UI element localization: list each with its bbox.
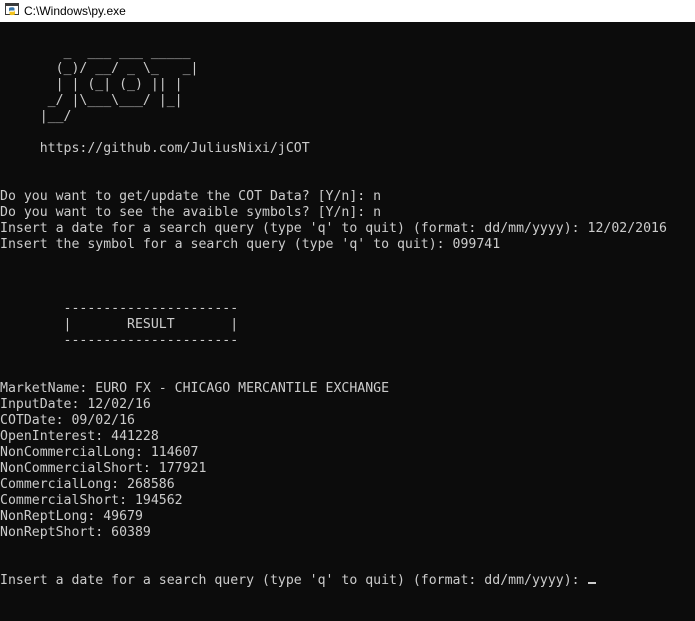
console-line: _/ |\___\___/ |_| bbox=[0, 93, 183, 108]
console-line: OpenInterest: 441228 bbox=[0, 429, 159, 444]
console-line: COTDate: 09/02/16 bbox=[0, 413, 135, 428]
console-line: | RESULT | bbox=[0, 317, 239, 332]
console-line: NonReptLong: 49679 bbox=[0, 509, 143, 524]
console-line: ---------------------- bbox=[0, 333, 239, 348]
console-line: Do you want to get/update the COT Data? … bbox=[0, 189, 382, 204]
title-bar[interactable]: C:\Windows\py.exe bbox=[0, 0, 695, 22]
console-line: |__/ bbox=[0, 109, 72, 124]
console-line: _ ___ ___ _____ bbox=[0, 45, 191, 60]
console-line: https://github.com/JuliusNixi/jCOT bbox=[0, 141, 310, 156]
console-line: Insert a date for a search query (type '… bbox=[0, 573, 667, 589]
console-line: CommercialShort: 194562 bbox=[0, 493, 183, 508]
text-cursor bbox=[587, 582, 596, 584]
console-output-area[interactable]: _ ___ ___ _____ (_)/ __/ _ \_ _| | | (_|… bbox=[0, 22, 695, 621]
console-text: _ ___ ___ _____ (_)/ __/ _ \_ _| | | (_|… bbox=[0, 29, 667, 589]
console-line: ---------------------- bbox=[0, 301, 239, 316]
console-line: (_)/ __/ _ \_ _| bbox=[0, 61, 199, 76]
console-line: MarketName: EURO FX - CHICAGO MERCANTILE… bbox=[0, 381, 390, 396]
console-line: InputDate: 12/02/16 bbox=[0, 397, 151, 412]
console-line: CommercialLong: 268586 bbox=[0, 477, 175, 492]
console-line: NonCommercialLong: 114607 bbox=[0, 445, 199, 460]
window-title: C:\Windows\py.exe bbox=[24, 4, 126, 18]
console-line: Insert a date for a search query (type '… bbox=[0, 221, 667, 236]
console-line: Do you want to see the avaible symbols? … bbox=[0, 205, 382, 220]
console-line: | | (_| (_) || | bbox=[0, 77, 183, 92]
console-line: NonReptShort: 60389 bbox=[0, 525, 151, 540]
python-console-icon bbox=[5, 3, 19, 18]
console-window: C:\Windows\py.exe _ ___ ___ _____ (_)/ _… bbox=[0, 0, 695, 621]
console-line: Insert the symbol for a search query (ty… bbox=[0, 237, 501, 252]
console-line: NonCommercialShort: 177921 bbox=[0, 461, 207, 476]
